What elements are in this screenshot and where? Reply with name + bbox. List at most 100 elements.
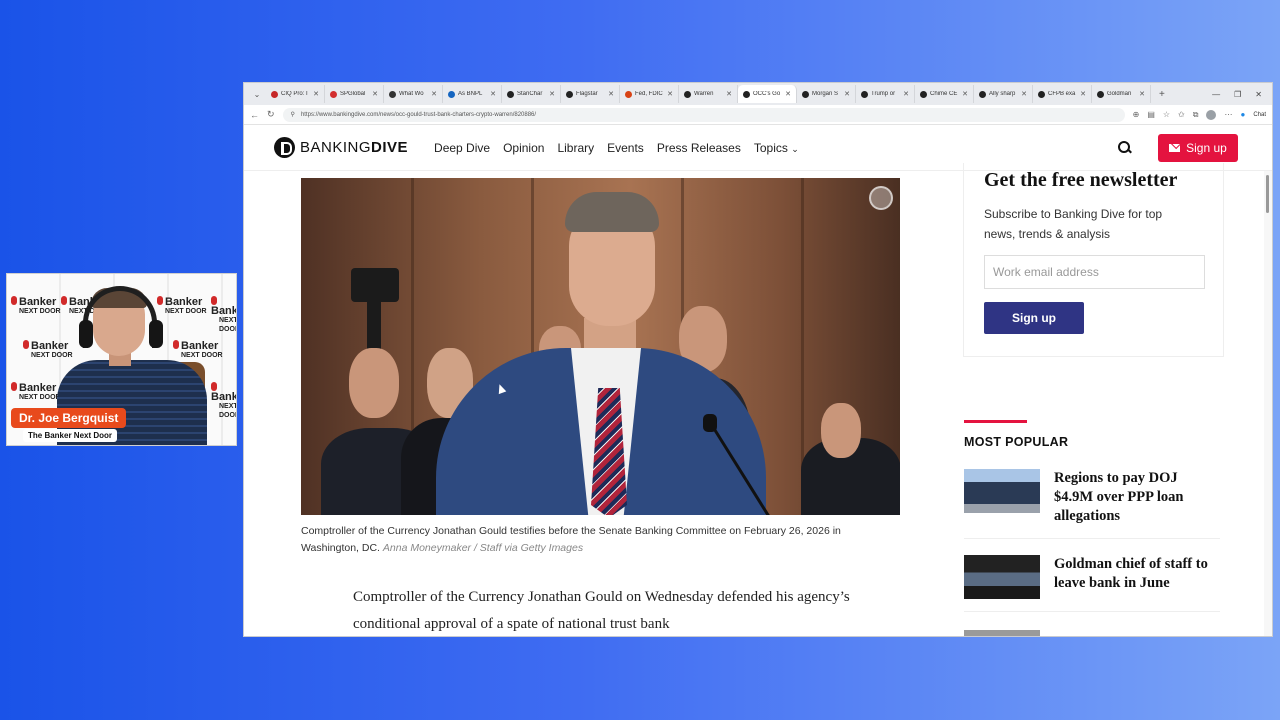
new-tab-icon[interactable]: + — [1151, 89, 1173, 100]
restore-icon[interactable]: ❐ — [1234, 90, 1241, 99]
close-tab-icon[interactable]: ✕ — [1021, 90, 1027, 98]
favorite-star-icon[interactable]: ☆ — [1163, 110, 1170, 119]
browser-tab[interactable]: Goldman ✕ — [1092, 85, 1151, 103]
close-tab-icon[interactable]: ✕ — [490, 90, 496, 98]
page-scrollbar[interactable] — [1264, 171, 1272, 636]
brand-name: BANKINGDIVE — [300, 139, 409, 156]
search-icon[interactable] — [1118, 140, 1132, 155]
popular-article-title[interactable]: Goldman chief of staff to leave bank in … — [1054, 555, 1220, 599]
browser-tab[interactable]: Morgan S ✕ — [797, 85, 856, 103]
close-tab-icon[interactable]: ✕ — [785, 90, 791, 98]
tab-search-icon[interactable]: ⌄ — [248, 90, 266, 99]
chat-label[interactable]: Chat — [1253, 112, 1266, 118]
tab-list: CIQ Pro: I ✕ SPGlobal ✕ What Wo ✕ As BNPL ✕ Stan… — [266, 85, 1151, 103]
newsletter-signup-button[interactable]: Sign up — [984, 302, 1084, 334]
show-name-tag: The Banker Next Door — [23, 429, 118, 442]
tab-favicon-icon — [271, 90, 278, 98]
chevron-down-icon: ⌄ — [791, 143, 799, 154]
favorites-icon[interactable]: ✩ — [1178, 110, 1185, 119]
browser-tab[interactable]: Warren ✕ — [679, 85, 738, 103]
browser-tab[interactable]: OCC's Go ✕ — [738, 85, 797, 103]
close-window-icon[interactable]: ✕ — [1255, 90, 1262, 99]
site-logo[interactable]: BANKINGDIVE — [274, 137, 408, 158]
close-tab-icon[interactable]: ✕ — [1139, 90, 1145, 98]
zoom-icon[interactable]: ⊕ — [1133, 110, 1140, 119]
tab-favicon-icon — [802, 90, 809, 98]
nav-opinion[interactable]: Opinion — [503, 141, 544, 155]
copilot-icon[interactable]: ● — [1240, 110, 1245, 119]
tab-label: Flagstar — [576, 91, 598, 97]
close-tab-icon[interactable]: ✕ — [372, 90, 378, 98]
close-tab-icon[interactable]: ✕ — [962, 90, 968, 98]
bg-person-face — [349, 348, 399, 418]
close-tab-icon[interactable]: ✕ — [549, 90, 555, 98]
close-tab-icon[interactable]: ✕ — [1080, 90, 1086, 98]
email-field[interactable] — [984, 255, 1205, 289]
tab-label: Fed, FDIC — [635, 91, 663, 97]
list-item[interactable]: Goldman chief of staff to leave bank in … — [964, 555, 1220, 612]
popular-article-title[interactable]: Regions to pay DOJ $4.9M over PPP loan a… — [1054, 469, 1220, 526]
browser-tab[interactable]: StanChar ✕ — [502, 85, 561, 103]
tab-favicon-icon — [448, 90, 455, 98]
tab-favicon-icon — [1097, 90, 1104, 98]
close-tab-icon[interactable]: ✕ — [726, 90, 732, 98]
close-tab-icon[interactable]: ✕ — [431, 90, 437, 98]
close-tab-icon[interactable]: ✕ — [313, 90, 319, 98]
url-field[interactable]: ⚲ https://www.bankingdive.com/news/occ-g… — [282, 107, 1125, 122]
signup-button[interactable]: Sign up — [1158, 133, 1238, 162]
browser-tab[interactable]: Ally sharp ✕ — [974, 85, 1033, 103]
nav-topics[interactable]: Topics ⌄ — [754, 141, 799, 155]
tab-label: Ally sharp — [989, 91, 1016, 97]
nav-events[interactable]: Events — [607, 141, 644, 155]
back-icon[interactable]: ← — [250, 110, 259, 120]
tab-favicon-icon — [861, 90, 868, 98]
browser-toolbar: ⊕ ▤ ☆ ✩ ⧉ ⋯ ● Chat — [1133, 109, 1266, 120]
tab-label: Chime CE — [930, 91, 958, 97]
webcam-overlay: Banker NEXT DOOR Banker NEXT DOOR Banker NE… — [6, 273, 237, 446]
list-item[interactable]: Regions to pay DOJ $4.9M over PPP loan a… — [964, 469, 1220, 539]
main-nav: Deep Dive Opinion Library Events Press R… — [434, 141, 799, 155]
article-thumbnail[interactable] — [964, 555, 1040, 599]
browser-tab[interactable]: As BNPL ✕ — [443, 85, 502, 103]
browser-tab[interactable]: SPGlobal ✕ — [325, 85, 384, 103]
tab-label: Warren — [694, 91, 714, 97]
tab-label: Goldman — [1107, 91, 1132, 97]
collections-icon[interactable]: ⧉ — [1193, 110, 1199, 120]
nav-deep-dive[interactable]: Deep Dive — [434, 141, 490, 155]
browser-tab[interactable]: CIQ Pro: I ✕ — [266, 85, 325, 103]
article-thumbnail[interactable] — [964, 630, 1040, 636]
tab-favicon-icon — [743, 90, 750, 98]
tab-label: StanChar — [517, 91, 543, 97]
article-hero-image — [301, 178, 900, 515]
scrollbar-thumb[interactable] — [1266, 175, 1269, 213]
more-menu-icon[interactable]: ⋯ — [1224, 110, 1232, 119]
close-tab-icon[interactable]: ✕ — [903, 90, 909, 98]
reload-icon[interactable]: ↻ — [267, 109, 275, 120]
backdrop-logo: BankerNEXT DOOR — [11, 382, 61, 402]
minimize-icon[interactable]: — — [1212, 90, 1220, 99]
browser-tab[interactable]: CFPB exa ✕ — [1033, 85, 1092, 103]
reader-icon[interactable]: ▤ — [1147, 110, 1155, 119]
profile-avatar[interactable] — [1206, 109, 1217, 120]
close-tab-icon[interactable]: ✕ — [667, 90, 673, 98]
tab-favicon-icon — [330, 90, 337, 98]
newsletter-title: Get the free newsletter — [984, 169, 1178, 191]
close-tab-icon[interactable]: ✕ — [844, 90, 850, 98]
browser-tab[interactable]: What Wo ✕ — [384, 85, 443, 103]
article-thumbnail[interactable] — [964, 469, 1040, 513]
tab-label: As BNPL — [458, 91, 483, 97]
tab-label: SPGlobal — [340, 91, 366, 97]
headset-icon — [83, 286, 157, 348]
image-search-icon[interactable] — [869, 186, 893, 210]
article-lead: Comptroller of the Currency Jonathan Gou… — [353, 589, 850, 632]
browser-window: ⌄ CIQ Pro: I ✕ SPGlobal ✕ What Wo ✕ As BNPL ✕ St… — [243, 82, 1273, 637]
nav-press-releases[interactable]: Press Releases — [657, 141, 741, 155]
browser-tab[interactable]: Chime CE ✕ — [915, 85, 974, 103]
nav-library[interactable]: Library — [557, 141, 594, 155]
browser-tab[interactable]: Flagstar ✕ — [561, 85, 620, 103]
site-info-icon[interactable]: ⚲ — [291, 111, 295, 118]
browser-tab[interactable]: Fed, FDIC ✕ — [620, 85, 679, 103]
close-tab-icon[interactable]: ✕ — [608, 90, 614, 98]
browser-tab[interactable]: Trump or ✕ — [856, 85, 915, 103]
microphone-icon — [703, 414, 717, 432]
